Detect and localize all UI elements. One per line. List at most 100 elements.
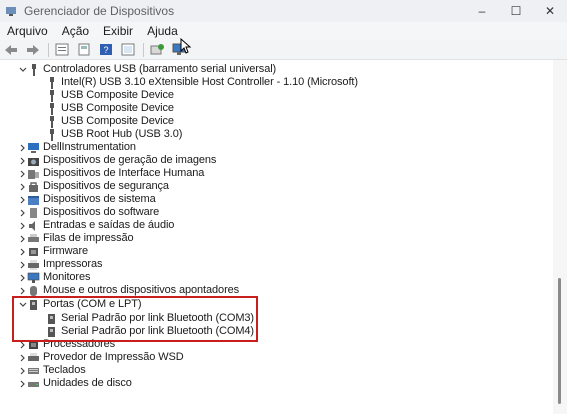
usb-device-icon (45, 115, 58, 128)
update-driver-button[interactable] (120, 42, 136, 58)
speaker-icon (27, 220, 40, 232)
title-bar: Gerenciador de Dispositivos – ☐ ✕ (0, 0, 567, 22)
properties-button[interactable] (54, 42, 70, 58)
tree-node-dellinstrumentation[interactable]: DellInstrumentation (18, 141, 136, 154)
forward-button[interactable] (25, 42, 41, 58)
update-driver-icon (121, 43, 135, 56)
system-folder-icon (27, 194, 40, 206)
maximize-icon: ☐ (510, 4, 522, 18)
tree-node-label: Monitores (43, 271, 91, 283)
chevron-right-icon[interactable] (18, 141, 27, 154)
driver-button[interactable] (76, 42, 92, 58)
security-key-icon (27, 181, 40, 193)
printer-icon (27, 259, 40, 271)
tree-node-usb-controllers[interactable]: Controladores USB (barramento serial uni… (18, 63, 276, 76)
menu-ajuda[interactable]: Ajuda (140, 24, 185, 38)
tree-leaf-usb-composite-device[interactable]: USB Composite Device (45, 89, 174, 102)
vertical-scrollbar[interactable] (553, 60, 567, 414)
chevron-right-icon[interactable] (18, 193, 27, 206)
chevron-right-icon[interactable] (18, 167, 27, 180)
minimize-button[interactable]: – (465, 0, 499, 22)
tree-node-security-devices[interactable]: Dispositivos de segurança (18, 180, 169, 193)
device-tree: Controladores USB (barramento serial uni… (0, 60, 553, 414)
scan-hardware-button[interactable] (149, 42, 165, 58)
tree-node-imaging-devices[interactable]: Dispositivos de geração de imagens (18, 154, 216, 167)
tree-node-disk-drives[interactable]: Unidades de disco (18, 377, 132, 390)
driver-icon (78, 43, 90, 56)
chevron-right-icon[interactable] (18, 377, 27, 390)
tree-node-printers[interactable]: Impressoras (18, 258, 103, 271)
properties-icon (55, 43, 69, 56)
maximize-button[interactable]: ☐ (499, 0, 533, 22)
tree-node-label: Dispositivos de sistema (43, 193, 156, 205)
software-device-icon (27, 207, 40, 219)
chevron-right-icon[interactable] (18, 351, 27, 364)
tree-node-firmware[interactable]: Firmware (18, 245, 88, 258)
forward-arrow-icon (27, 44, 39, 55)
mouse-cursor-icon (180, 38, 192, 54)
tree-node-software-devices[interactable]: Dispositivos do software (18, 206, 159, 219)
tree-node-label: Dispositivos de segurança (43, 180, 169, 192)
tree-node-label: Dispositivos do software (43, 206, 160, 218)
back-arrow-icon (5, 44, 17, 55)
help-button[interactable]: ? (98, 42, 114, 58)
toolbar-separator (143, 42, 144, 57)
menu-arquivo[interactable]: Arquivo (0, 24, 55, 38)
back-button[interactable] (3, 42, 19, 58)
chevron-right-icon[interactable] (18, 206, 27, 219)
camera-icon (27, 155, 40, 167)
svg-text:?: ? (103, 45, 108, 55)
tree-leaf-usb-host-controller[interactable]: Intel(R) USB 3.10 eXtensible Host Contro… (45, 76, 358, 89)
usb-device-icon (45, 128, 58, 141)
tree-node-print-queues[interactable]: Filas de impressão (18, 232, 134, 245)
menu-acao[interactable]: Ação (55, 24, 96, 38)
tree-leaf-usb-composite-device[interactable]: USB Composite Device (45, 115, 174, 128)
chevron-right-icon[interactable] (18, 245, 27, 258)
scan-hardware-icon (150, 44, 164, 55)
chevron-right-icon[interactable] (18, 219, 27, 232)
scrollbar-thumb[interactable] (558, 278, 561, 404)
tree-leaf-label: USB Composite Device (61, 89, 174, 101)
window-title: Gerenciador de Dispositivos (24, 4, 175, 18)
tree-node-monitors[interactable]: Monitores (18, 271, 91, 284)
chevron-right-icon[interactable] (18, 258, 27, 271)
tree-node-label: Impressoras (43, 258, 103, 270)
chevron-right-icon[interactable] (18, 180, 27, 193)
close-button[interactable]: ✕ (533, 0, 567, 22)
chevron-right-icon[interactable] (18, 364, 27, 377)
tree-node-audio-io[interactable]: Entradas e saídas de áudio (18, 219, 174, 232)
chevron-right-icon[interactable] (18, 271, 27, 284)
tree-node-keyboards[interactable]: Teclados (18, 364, 86, 377)
tree-node-label: Entradas e saídas de áudio (43, 219, 175, 231)
menu-exibir[interactable]: Exibir (96, 24, 140, 38)
tree-node-label: Firmware (43, 245, 89, 257)
firmware-chip-icon (27, 246, 40, 258)
chevron-down-icon[interactable] (18, 63, 27, 76)
chevron-right-icon[interactable] (18, 232, 27, 245)
tree-node-label: Filas de impressão (43, 232, 134, 244)
tree-node-wsd-print-provider[interactable]: Provedor de Impressão WSD (18, 351, 184, 364)
tree-node-human-interface[interactable]: Dispositivos de Interface Humana (18, 167, 204, 180)
monitor-icon (27, 272, 40, 284)
tree-node-system-devices[interactable]: Dispositivos de sistema (18, 193, 156, 206)
tree-node-label: Controladores USB (barramento serial uni… (43, 63, 277, 75)
hid-icon (27, 168, 40, 180)
tree-leaf-label: USB Composite Device (61, 115, 174, 127)
tree-leaf-usb-root-hub[interactable]: USB Root Hub (USB 3.0) (45, 128, 182, 141)
help-icon: ? (100, 44, 112, 55)
tree-leaf-label: USB Root Hub (USB 3.0) (61, 128, 183, 140)
tree-leaf-usb-composite-device[interactable]: USB Composite Device (45, 102, 174, 115)
usb-device-icon (45, 89, 58, 102)
usb-device-icon (45, 76, 58, 89)
tree-leaf-label: Intel(R) USB 3.10 eXtensible Host Contro… (61, 76, 358, 88)
printer-icon (27, 352, 40, 364)
dell-instrumentation-icon (27, 142, 40, 154)
keyboard-icon (27, 365, 40, 377)
tree-node-label: Teclados (43, 364, 86, 376)
device-manager-icon (5, 5, 17, 17)
usb-icon (27, 63, 40, 76)
tree-leaf-label: USB Composite Device (61, 102, 174, 114)
close-icon: ✕ (544, 4, 556, 18)
toolbar-separator (48, 42, 49, 57)
chevron-right-icon[interactable] (18, 154, 27, 167)
